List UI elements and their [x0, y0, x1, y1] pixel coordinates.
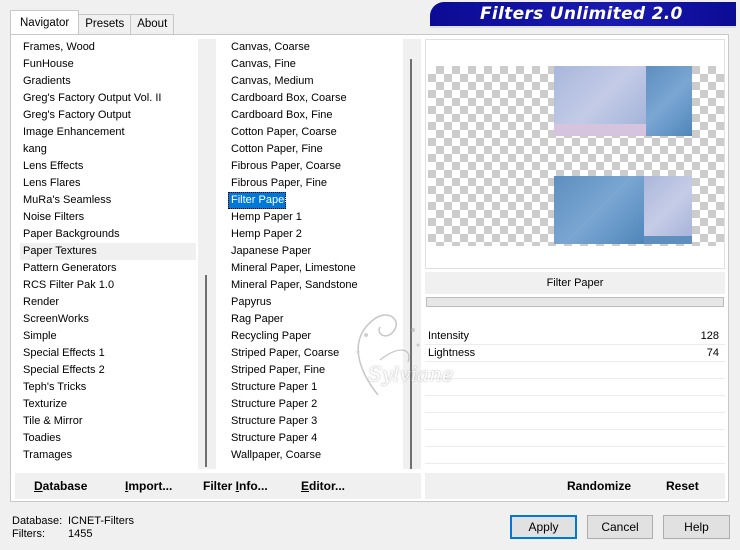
category-item[interactable]: Lens Effects	[20, 158, 196, 175]
filter-item[interactable]: Cotton Paper, Coarse	[228, 124, 406, 141]
category-item[interactable]: MuRa's Seamless	[20, 192, 196, 209]
category-item[interactable]: ScreenWorks	[20, 311, 196, 328]
category-item[interactable]: Render	[20, 294, 196, 311]
category-item[interactable]: Paper Backgrounds	[20, 226, 196, 243]
filter-item[interactable]: Recycling Paper	[228, 328, 406, 345]
category-item[interactable]: Greg's Factory Output Vol. II	[20, 90, 196, 107]
filter-item[interactable]: Cardboard Box, Coarse	[228, 90, 406, 107]
app-banner: Filters Unlimited 2.0	[430, 2, 736, 26]
category-item[interactable]: Toadies	[20, 430, 196, 447]
category-scrollbar[interactable]	[198, 39, 216, 469]
tab-navigator[interactable]: Navigator	[10, 10, 80, 34]
filter-scrollbar-thumb[interactable]	[410, 59, 412, 469]
filter-item[interactable]: Fibrous Paper, Fine	[228, 175, 406, 192]
tab-bar: Navigator Presets About	[10, 10, 175, 34]
preview-area	[425, 39, 725, 269]
filter-item[interactable]: Cotton Paper, Fine	[228, 141, 406, 158]
filter-item[interactable]: Rag Paper	[228, 311, 406, 328]
filter-item[interactable]: Structure Paper 4	[228, 430, 406, 447]
parameter-list: Intensity 128 Lightness 74	[425, 328, 725, 468]
category-item[interactable]: Tramages	[20, 447, 196, 463]
category-item[interactable]: Special Effects 2	[20, 362, 196, 379]
preview-image	[428, 66, 724, 246]
help-button[interactable]: Help	[663, 515, 730, 539]
filter-scrollbar[interactable]	[403, 39, 421, 469]
filter-item[interactable]: Papyrus	[228, 294, 406, 311]
category-item[interactable]: Special Effects 1	[20, 345, 196, 362]
apply-button[interactable]: Apply	[510, 515, 577, 539]
category-item[interactable]: Teph's Tricks	[20, 379, 196, 396]
category-item[interactable]: kang	[20, 141, 196, 158]
filter-item[interactable]: Filter Paper	[228, 192, 288, 209]
import-button[interactable]: Import...	[125, 479, 172, 493]
filter-item[interactable]: Canvas, Fine	[228, 56, 406, 73]
filter-list[interactable]: Canvas, Coarse Canvas, Fine Canvas, Medium…	[228, 39, 406, 463]
filter-item[interactable]: Hemp Paper 2	[228, 226, 406, 243]
database-button[interactable]: Database	[34, 479, 87, 493]
filter-item[interactable]: Canvas, Medium	[228, 73, 406, 90]
category-item[interactable]: Image Enhancement	[20, 124, 196, 141]
filter-item[interactable]: Japanese Paper	[228, 243, 406, 260]
randomize-button[interactable]: Randomize	[567, 479, 631, 493]
database-name: ICNET-Filters	[68, 515, 134, 527]
status-info: Database: ICNET-Filters Filters: 1455	[12, 515, 134, 540]
category-item[interactable]: Simple	[20, 328, 196, 345]
category-item[interactable]: Pattern Generators	[20, 260, 196, 277]
filter-item[interactable]: Striped Paper, Fine	[228, 362, 406, 379]
reset-button[interactable]: Reset	[666, 479, 699, 493]
cancel-button[interactable]: Cancel	[587, 515, 653, 539]
app-title: Filters Unlimited 2.0	[480, 4, 683, 24]
selected-filter-name: Filter Paper	[425, 272, 725, 294]
param-lightness[interactable]: Lightness 74	[425, 345, 725, 362]
category-scrollbar-thumb[interactable]	[205, 275, 207, 467]
category-item[interactable]: Frames, Wood	[20, 39, 196, 56]
filter-count: 1455	[68, 528, 93, 540]
category-item[interactable]: Lens Flares	[20, 175, 196, 192]
list-button-bar: Database Import... Filter Info... Editor…	[15, 473, 421, 499]
category-item[interactable]: Noise Filters	[20, 209, 196, 226]
category-item[interactable]: Tile & Mirror	[20, 413, 196, 430]
progress-bar	[426, 297, 724, 307]
category-item[interactable]: FunHouse	[20, 56, 196, 73]
filter-item[interactable]: Hemp Paper 1	[228, 209, 406, 226]
tab-presets[interactable]: Presets	[78, 14, 132, 34]
filter-item[interactable]: Canvas, Coarse	[228, 39, 406, 56]
filter-item[interactable]: Mineral Paper, Sandstone	[228, 277, 406, 294]
param-intensity[interactable]: Intensity 128	[425, 328, 725, 345]
filter-item[interactable]: Mineral Paper, Limestone	[228, 260, 406, 277]
filter-item[interactable]: Structure Paper 2	[228, 396, 406, 413]
category-item[interactable]: RCS Filter Pak 1.0	[20, 277, 196, 294]
filter-item[interactable]: Structure Paper 3	[228, 413, 406, 430]
category-item[interactable]: Paper Textures	[20, 243, 196, 260]
tab-about[interactable]: About	[130, 14, 175, 34]
category-item[interactable]: Gradients	[20, 73, 196, 90]
filter-item[interactable]: Striped Paper, Coarse	[228, 345, 406, 362]
category-item[interactable]: Texturize	[20, 396, 196, 413]
navigator-panel: Frames, Wood FunHouse Gradients Greg's Fact…	[10, 34, 729, 502]
filter-item[interactable]: Cardboard Box, Fine	[228, 107, 406, 124]
category-list[interactable]: Frames, Wood FunHouse Gradients Greg's Fact…	[20, 39, 196, 463]
category-item[interactable]: Greg's Factory Output	[20, 107, 196, 124]
preview-button-bar: Randomize Reset	[425, 473, 725, 499]
filter-item[interactable]: Wallpaper, Coarse	[228, 447, 406, 463]
filter-item[interactable]: Structure Paper 1	[228, 379, 406, 396]
filter-item[interactable]: Fibrous Paper, Coarse	[228, 158, 406, 175]
filter-info-button[interactable]: Filter Info...	[203, 479, 268, 493]
editor-button[interactable]: Editor...	[301, 479, 345, 493]
